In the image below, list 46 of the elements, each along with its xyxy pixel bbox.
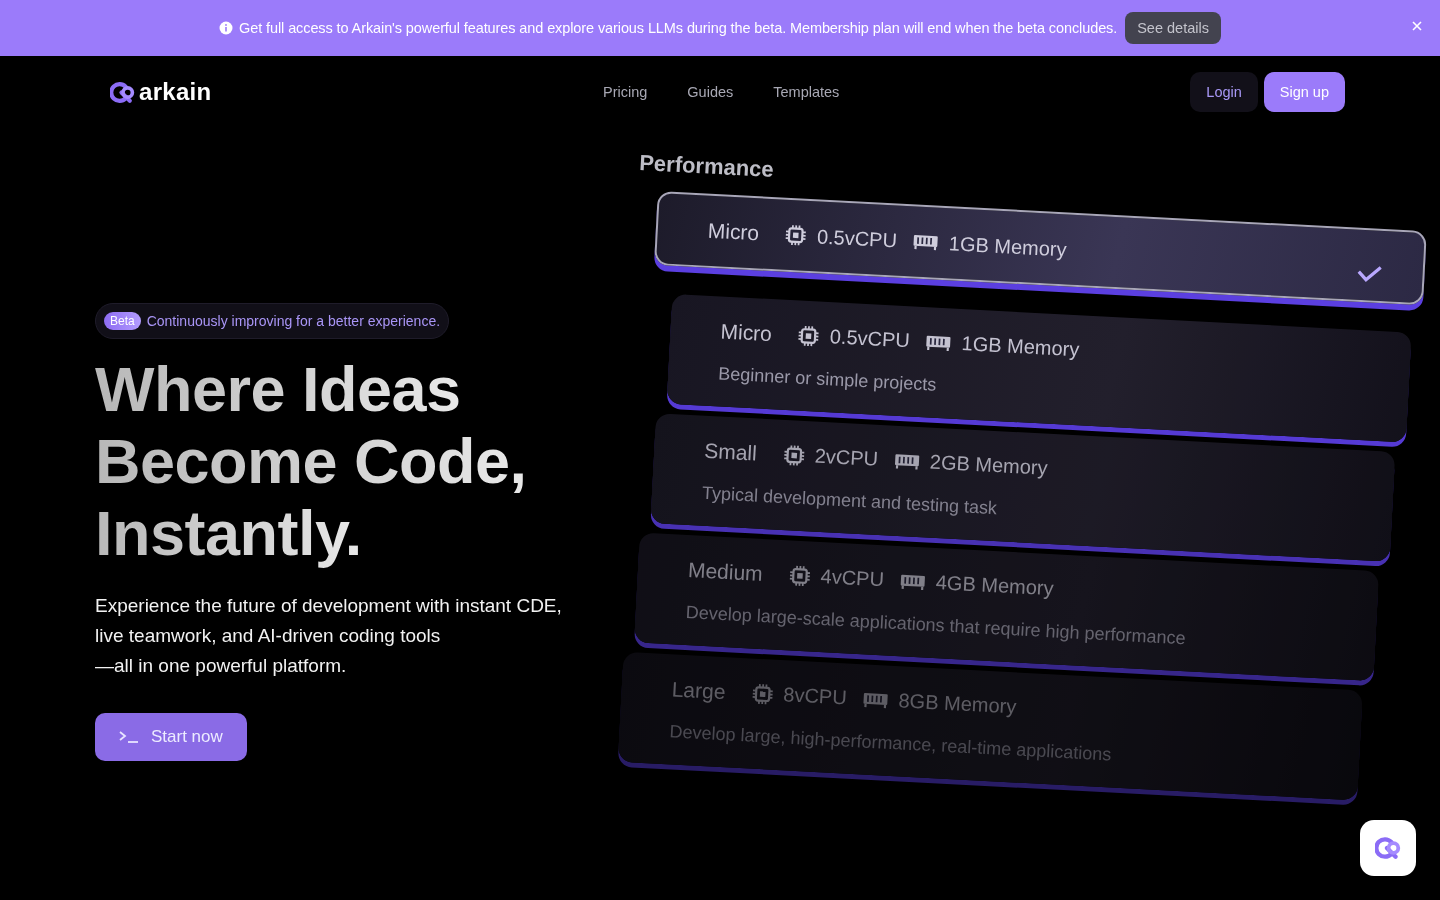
- close-icon[interactable]: [1412, 21, 1422, 31]
- cpu-spec: 0.5vCPU: [816, 224, 898, 253]
- cpu-spec: 8vCPU: [782, 683, 848, 710]
- hero-description: Experience the future of development with instant CDE,: [95, 594, 562, 618]
- beta-badge: Beta: [104, 312, 141, 330]
- plan-description: Beginner or simple projects: [717, 362, 937, 396]
- chat-button[interactable]: [1360, 820, 1416, 876]
- hero-description: live teamwork, and AI-driven coding tools: [95, 624, 441, 648]
- see-details-button[interactable]: See details: [1125, 12, 1221, 44]
- banner-message: Get full access to Arkain's powerful features and explore various LLMs during the beta. Membership plan will end when the beta concludes.: [239, 20, 1118, 36]
- chip-icon: [784, 223, 808, 247]
- plan-name: Micro: [720, 319, 773, 346]
- logo-icon[interactable]: [110, 79, 135, 105]
- cpu-spec: 0.5vCPU: [829, 325, 911, 353]
- chip-icon: [797, 324, 821, 348]
- cpu-spec: 4vCPU: [820, 565, 885, 592]
- plan-name: Small: [703, 438, 758, 465]
- memory-icon: [912, 232, 940, 252]
- plan-description: Typical development and testing task: [701, 482, 998, 519]
- pill-text: Continuously improving for a better experience.: [146, 313, 441, 329]
- chip-icon: [750, 682, 774, 706]
- check-icon: [1356, 263, 1383, 283]
- section-title: Performance: [638, 150, 775, 183]
- plan-name: Large: [671, 676, 727, 704]
- plan-name: Micro: [707, 218, 760, 246]
- plan-name: Medium: [687, 557, 764, 586]
- nav-link[interactable]: Guides: [687, 84, 734, 100]
- logo-text[interactable]: arkain: [139, 78, 212, 106]
- nav-link[interactable]: Pricing: [603, 84, 648, 100]
- memory-spec: 2GB Memory: [929, 450, 1049, 480]
- chip-icon: [782, 443, 806, 467]
- plan-description: Develop large-scale applications that require high performance: [685, 601, 1187, 649]
- login-button[interactable]: Login: [1190, 72, 1258, 112]
- memory-spec: 8GB Memory: [898, 689, 1017, 719]
- info-icon: [219, 21, 234, 35]
- chip-icon: [788, 563, 812, 587]
- logo-icon: [1375, 835, 1401, 861]
- cpu-spec: 2vCPU: [814, 444, 879, 471]
- memory-icon: [893, 451, 921, 471]
- plan-description: Develop large, high-performance, real-time applications: [669, 720, 1112, 765]
- terminal-icon: [119, 731, 139, 743]
- nav-link[interactable]: Templates: [773, 84, 840, 100]
- hero-description: —all in one powerful platform.: [95, 654, 347, 678]
- memory-spec: 4GB Memory: [935, 571, 1055, 601]
- memory-spec: 1GB Memory: [961, 332, 1080, 362]
- memory-spec: 1GB Memory: [948, 231, 1068, 261]
